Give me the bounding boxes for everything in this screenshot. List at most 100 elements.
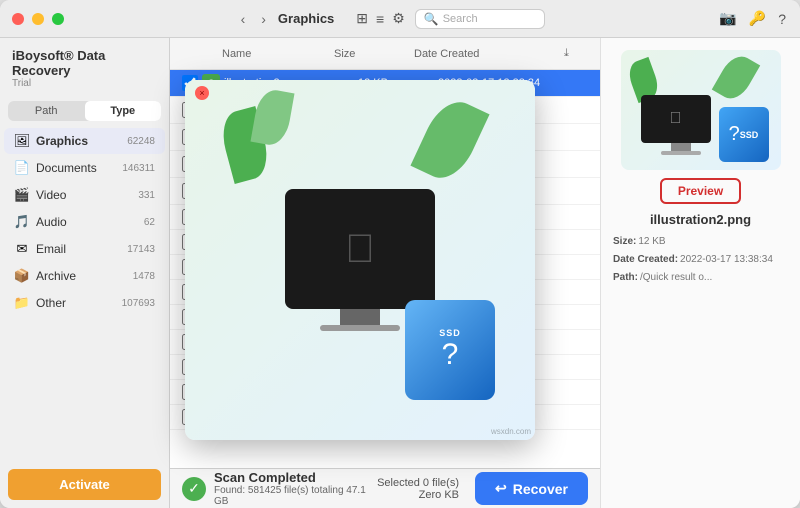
- watermark: wsxdn.com: [491, 427, 531, 436]
- filter-button[interactable]: ⚙: [390, 8, 407, 29]
- scan-found-text: Found: 581425 file(s) totaling 47.1 GB: [214, 485, 369, 507]
- maximize-traffic-light[interactable]: [52, 13, 64, 25]
- sidebar-item-graphics[interactable]: 🖼 Graphics 62248: [4, 128, 165, 154]
- window-title: Graphics: [278, 11, 334, 26]
- sidebar-tabs: Path Type: [8, 101, 161, 121]
- sidebar-item-count: 1478: [133, 271, 155, 282]
- scan-complete-icon: ✓: [182, 477, 206, 501]
- app-subtitle: Trial: [12, 78, 157, 89]
- sidebar-item-label: Archive: [36, 269, 127, 283]
- titlebar-right: 📷 🔑 ?: [717, 8, 788, 29]
- col-name-header: Name: [222, 48, 334, 60]
- large-mac-base: [320, 325, 400, 331]
- col-size-header: Size: [334, 48, 414, 60]
- large-mac-body: : [285, 189, 435, 309]
- documents-icon: 📄: [14, 160, 30, 176]
- scan-status: Scan Completed: [214, 470, 369, 485]
- search-placeholder: Search: [443, 13, 478, 25]
- app-title: iBoysoft® Data Recovery: [12, 48, 157, 78]
- sidebar-item-label: Audio: [36, 215, 138, 229]
- popup-image:  SSD ? wsxdn.com: [185, 80, 535, 440]
- recover-button[interactable]: ↩ Recover: [475, 472, 588, 505]
- sidebar-items: 🖼 Graphics 62248 📄 Documents 146311 🎬 Vi…: [0, 127, 169, 461]
- sidebar-item-count: 331: [138, 190, 155, 201]
- ssd-illustration: ? SSD: [719, 107, 769, 162]
- sidebar-item-label: Documents: [36, 161, 116, 175]
- status-text: Scan Completed Found: 581425 file(s) tot…: [214, 470, 369, 507]
- sidebar-item-count: 62248: [127, 136, 155, 147]
- col-date-header: Date Created: [414, 48, 564, 60]
- path-value: /Quick result o...: [640, 269, 712, 287]
- mac-base: [661, 151, 701, 155]
- sidebar-item-email[interactable]: ✉ Email 17143: [4, 236, 165, 262]
- date-value: 2022-03-17 13:38:34: [680, 251, 773, 269]
- sidebar-item-archive[interactable]: 📦 Archive 1478: [4, 263, 165, 289]
- sidebar-item-count: 107693: [122, 298, 155, 309]
- minimize-traffic-light[interactable]: [32, 13, 44, 25]
- sidebar-item-count: 17143: [127, 244, 155, 255]
- graphics-icon: 🖼: [14, 133, 30, 149]
- camera-icon-button[interactable]: 📷: [717, 8, 738, 29]
- status-selected: Selected 0 file(s) Zero KB: [377, 477, 459, 501]
- date-label: Date Created:: [613, 251, 678, 269]
- mac-stand: [671, 143, 691, 151]
- sidebar-header: iBoysoft® Data Recovery Trial: [0, 38, 169, 95]
- help-icon-button[interactable]: ?: [776, 9, 788, 29]
- forward-button[interactable]: ›: [257, 9, 270, 29]
- sidebar: iBoysoft® Data Recovery Trial Path Type …: [0, 38, 170, 508]
- recover-icon: ↩: [495, 480, 507, 497]
- preview-thumbnail:  ? SSD: [621, 50, 781, 170]
- search-icon: 🔍: [424, 12, 439, 26]
- sidebar-item-label: Email: [36, 242, 121, 256]
- audio-icon: 🎵: [14, 214, 30, 230]
- file-header: Name Size Date Created ⤓: [170, 38, 600, 70]
- preview-path-row: Path: /Quick result o...: [613, 269, 788, 287]
- large-ssd-illustration: SSD ?: [405, 300, 495, 400]
- tab-type[interactable]: Type: [85, 101, 162, 121]
- close-traffic-light[interactable]: [12, 13, 24, 25]
- sidebar-item-count: 62: [144, 217, 155, 228]
- sidebar-item-count: 146311: [122, 163, 155, 174]
- archive-icon: 📦: [14, 268, 30, 284]
- search-box[interactable]: 🔍 Search: [415, 9, 545, 29]
- path-label: Path:: [613, 269, 638, 287]
- col-action-header: ⤓: [564, 47, 588, 60]
- selected-size: Zero KB: [377, 489, 459, 501]
- mac-illustration: : [641, 95, 721, 160]
- sidebar-item-label: Video: [36, 188, 132, 202]
- list-view-button[interactable]: ≡: [374, 8, 386, 29]
- size-label: Size:: [613, 233, 636, 251]
- sidebar-item-label: Graphics: [36, 134, 121, 148]
- sidebar-item-documents[interactable]: 📄 Documents 146311: [4, 155, 165, 181]
- preview-size-row: Size: 12 KB: [613, 233, 788, 251]
- preview-date-row: Date Created: 2022-03-17 13:38:34: [613, 251, 788, 269]
- video-icon: 🎬: [14, 187, 30, 203]
- large-leaf-1: [410, 93, 489, 187]
- large-leaf-3: [250, 87, 294, 147]
- status-bar: ✓ Scan Completed Found: 581425 file(s) t…: [170, 468, 600, 508]
- sidebar-item-other[interactable]: 📁 Other 107693: [4, 290, 165, 316]
- recover-label: Recover: [513, 481, 568, 497]
- email-icon: ✉: [14, 241, 30, 257]
- back-button[interactable]: ‹: [237, 9, 250, 29]
- preview-popup: ×  SSD ? wsxdn.com: [185, 80, 535, 440]
- preview-info: Size: 12 KB Date Created: 2022-03-17 13:…: [613, 233, 788, 287]
- sidebar-item-audio[interactable]: 🎵 Audio 62: [4, 209, 165, 235]
- activate-button[interactable]: Activate: [8, 469, 161, 500]
- mac-screen: : [641, 95, 711, 143]
- tab-path[interactable]: Path: [8, 101, 85, 121]
- preview-button[interactable]: Preview: [660, 178, 741, 204]
- info-icon-button[interactable]: 🔑: [747, 8, 768, 29]
- popup-close-button[interactable]: ×: [195, 86, 209, 100]
- titlebar-center: ‹ › Graphics ⊞ ≡ ⚙ 🔍 Search: [72, 8, 709, 29]
- selected-label: Selected 0 file(s): [377, 477, 459, 489]
- titlebar: ‹ › Graphics ⊞ ≡ ⚙ 🔍 Search 📷 🔑 ?: [0, 0, 800, 38]
- preview-panel:  ? SSD Preview illustration2.png Size: …: [600, 38, 800, 508]
- size-value: 12 KB: [638, 233, 665, 251]
- grid-view-button[interactable]: ⊞: [354, 8, 370, 29]
- other-icon: 📁: [14, 295, 30, 311]
- sidebar-item-label: Other: [36, 296, 116, 310]
- sidebar-item-video[interactable]: 🎬 Video 331: [4, 182, 165, 208]
- preview-filename: illustration2.png: [650, 212, 751, 227]
- apple-logo: : [345, 227, 375, 272]
